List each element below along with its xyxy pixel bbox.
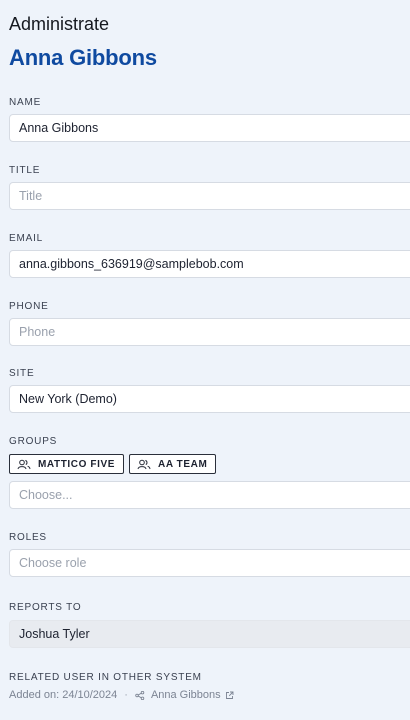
reports-to-field [9, 620, 410, 648]
external-link-icon[interactable] [225, 691, 234, 700]
page-header-title: Administrate [9, 14, 110, 34]
group-chip-label: MATTICO FIVE [38, 458, 116, 470]
roles-label: ROLES [9, 532, 47, 543]
users-icon [137, 459, 151, 469]
groups-select[interactable] [9, 481, 410, 509]
site-label: SITE [9, 368, 35, 379]
name-input[interactable] [9, 114, 410, 142]
email-input[interactable] [9, 250, 410, 278]
group-chip-label: AA TEAM [158, 458, 208, 470]
user-name-heading: Anna Gibbons [9, 45, 157, 70]
group-chip[interactable]: MATTICO FIVE [9, 454, 125, 474]
site-select[interactable] [9, 385, 410, 413]
roles-select[interactable] [9, 549, 410, 577]
link-icon [135, 690, 145, 700]
phone-label: PHONE [9, 301, 49, 312]
reports-to-label: REPORTS TO [9, 602, 82, 613]
related-user-label: RELATED USER IN OTHER SYSTEM [9, 672, 202, 683]
title-input[interactable] [9, 182, 410, 210]
group-chip[interactable]: AA TEAM [129, 454, 217, 474]
users-icon [17, 459, 31, 469]
meta-separator: · [124, 689, 128, 701]
related-user-link[interactable]: Anna Gibbons [151, 689, 221, 701]
name-label: NAME [9, 97, 42, 108]
email-label: EMAIL [9, 233, 44, 244]
title-label: TITLE [9, 165, 41, 176]
related-user-meta: Added on: 24/10/2024 · Anna Gibbons [9, 689, 240, 701]
added-on-text: Added on: 24/10/2024 [9, 689, 118, 701]
groups-label: GROUPS [9, 436, 58, 447]
phone-input[interactable] [9, 318, 410, 346]
